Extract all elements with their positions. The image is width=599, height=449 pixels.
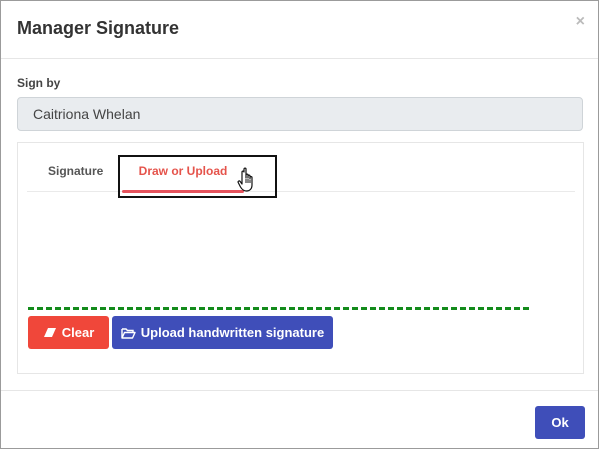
ok-button[interactable]: Ok [535, 406, 585, 439]
modal-header: Manager Signature × [1, 1, 598, 59]
sign-by-label: Sign by [17, 76, 61, 90]
sign-by-field[interactable] [17, 97, 583, 131]
footer-divider [1, 390, 598, 391]
eraser-icon [43, 327, 57, 338]
tab-signature[interactable]: Signature [48, 156, 103, 188]
clear-button-label: Clear [61, 325, 95, 340]
hand-pointer-icon [237, 167, 259, 193]
manager-signature-modal: Manager Signature × Sign by Signature Dr… [0, 0, 599, 449]
tabs-divider [27, 191, 575, 192]
clear-button[interactable]: Clear [28, 316, 109, 349]
upload-signature-button[interactable]: Upload handwritten signature [112, 316, 333, 349]
modal-title: Manager Signature [17, 18, 180, 38]
folder-open-icon [121, 327, 136, 339]
upload-button-label: Upload handwritten signature [140, 325, 325, 340]
close-icon[interactable]: × [576, 13, 585, 31]
signature-baseline [28, 307, 529, 310]
